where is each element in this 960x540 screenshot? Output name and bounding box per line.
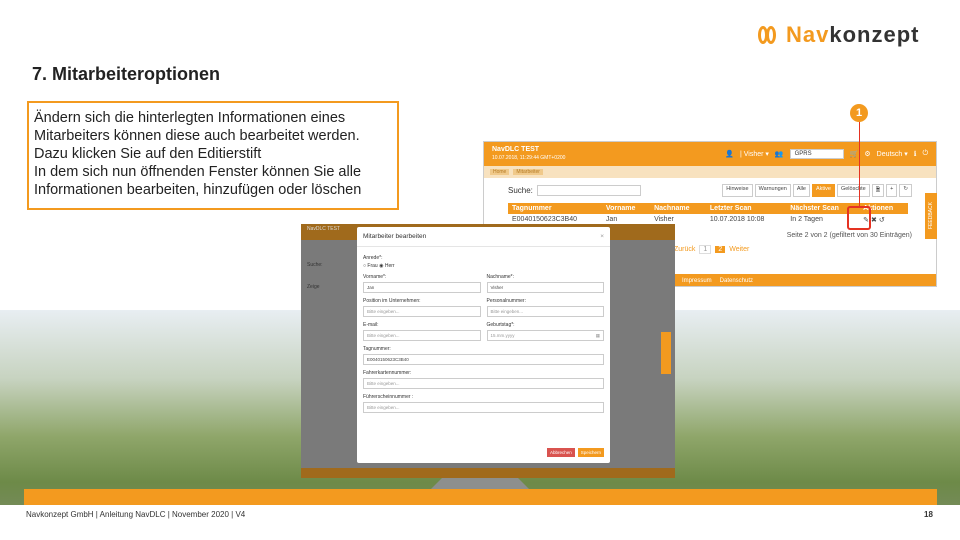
datenschutz-link[interactable]: Datenschutz [720, 278, 753, 284]
col-vorname[interactable]: Vorname [601, 203, 651, 214]
page-number: 18 [924, 510, 933, 519]
personalnummer-label: Personalnummer: [486, 298, 526, 304]
tagnummer-label: Tagnummer: [363, 346, 391, 352]
callout-badge: 1 [850, 104, 868, 122]
app-header: NavDLC TEST 10.07.2018, 11:29:44 GMT+0200… [484, 142, 936, 166]
filter-warnungen[interactable]: Warnungen [754, 184, 791, 197]
navkonzept-logo: Navkonzept [756, 22, 919, 48]
modal-title: Mitarbeiter bearbeiten [363, 233, 427, 240]
users-icon[interactable]: 👥 [775, 150, 784, 158]
position-input[interactable]: Bitte eingeben... [363, 306, 481, 317]
dimmed-footer [301, 468, 675, 478]
user-icon: 👤 [725, 151, 734, 158]
filter-alle[interactable]: Alle [792, 184, 810, 197]
dimmed-feedback-tab [661, 332, 671, 374]
app-brand: NavDLC TEST [492, 146, 540, 153]
col-tagnummer[interactable]: Tagnummer [508, 203, 602, 214]
geburtstag-value: 15.mm.yyyy [490, 333, 515, 338]
edit-employee-modal: Mitarbeiter bearbeiten × Anrede*: ○ Frau… [357, 227, 610, 463]
file-icon[interactable]: 🗎 [871, 184, 885, 197]
instruction-line: Dazu klicken Sie auf den Editierstift [34, 146, 262, 162]
filter-hinweise[interactable]: Hinweise [722, 184, 753, 197]
slide-title: 7. Mitarbeiteroptionen [32, 64, 221, 84]
tagnummer-input[interactable]: E0040150623C3B40 [363, 354, 604, 365]
email-label: E-mail: [363, 322, 379, 328]
save-button[interactable]: Speichern [577, 448, 604, 457]
col-nachname[interactable]: Nachname [650, 203, 706, 214]
calendar-icon[interactable]: ▦ [596, 333, 600, 339]
next-button[interactable]: Weiter [729, 246, 749, 253]
position-label: Position im Unternehmen: [363, 298, 421, 304]
app-footer: Impressum Datenschutz [674, 274, 936, 286]
breadcrumb-home[interactable]: Home [490, 169, 510, 175]
vorname-input[interactable]: Jan [363, 282, 481, 293]
feedback-tab[interactable]: FEEDBACK [925, 193, 937, 239]
logo-rest: konzept [829, 22, 920, 47]
instruction-line: Ändern sich die hinterlegten Information… [34, 110, 346, 126]
dimmed-sidebar: Suche: Zeige [307, 254, 323, 298]
gear-icon[interactable]: ⚙ [864, 150, 870, 158]
remove-user-icon[interactable]: ✖ [871, 217, 877, 224]
language-menu[interactable]: Deutsch ▾ [877, 150, 908, 158]
col-letzter-scan[interactable]: Letzter Scan [705, 203, 787, 214]
dimmed-brand: NavDLC TEST [307, 226, 340, 232]
breadcrumb-employees[interactable]: Mitarbeiter [513, 169, 543, 175]
anrede-label: Anrede*: [363, 255, 383, 261]
dimmed-search-label: Suche: [307, 262, 323, 268]
add-icon[interactable]: + [886, 184, 898, 197]
dimmed-show-label: Zeige [307, 284, 320, 290]
gprs-select[interactable]: GPRS [789, 149, 844, 159]
personalnummer-input[interactable]: Bitte eingeben... [486, 306, 604, 317]
close-icon[interactable]: × [600, 233, 604, 240]
undo-icon[interactable]: ↺ [879, 217, 885, 224]
nachname-label: Nachname*: [486, 274, 515, 280]
nachname-input[interactable]: Visher [486, 282, 604, 293]
geburtstag-input[interactable]: 15.mm.yyyy ▦ [486, 330, 604, 341]
power-icon[interactable]: ⏻ [922, 150, 928, 158]
footer-text: Navkonzept GmbH | Anleitung NavDLC | Nov… [26, 510, 246, 519]
info-icon[interactable]: ℹ [914, 150, 917, 158]
fahrerkarte-label: Fahrerkartennummer: [363, 370, 412, 376]
geburtstag-label: Geburtstag*: [486, 322, 515, 328]
page-2-button[interactable]: 2 [715, 246, 726, 253]
fahrerkarte-input[interactable]: Bitte eingeben... [363, 378, 604, 389]
instruction-box: Ändern sich die hinterlegten Information… [27, 101, 399, 210]
impressum-link[interactable]: Impressum [682, 278, 712, 284]
cart-icon[interactable]: 🛒 [850, 150, 859, 158]
prev-button[interactable]: Zurück [674, 246, 695, 253]
instruction-line: Mitarbeiters können diese auch bearbeite… [34, 128, 360, 144]
user-menu[interactable]: | Visher ▾ [740, 150, 769, 158]
callout-line [859, 117, 860, 206]
cell-letzter-scan: 10.07.2018 10:08 [709, 216, 765, 223]
instruction-line: Informationen bearbeiten, hinzufügen ode… [34, 182, 362, 198]
app-datetime: 10.07.2018, 11:29:44 GMT+0200 [492, 155, 566, 161]
filter-geloeschte[interactable]: Gelöschte [836, 184, 870, 197]
filter-aktive[interactable]: Aktive [811, 184, 835, 197]
search-input[interactable] [536, 185, 641, 196]
search-label: Suche: [508, 186, 533, 195]
instruction-line: In dem sich nun öffnenden Fenster können… [34, 164, 362, 180]
fuehrerschein-label: Führerscheinnummer : [363, 394, 414, 400]
email-input[interactable]: Bitte eingeben... [363, 330, 481, 341]
vorname-label: Vorname*: [363, 274, 387, 280]
logo-mark-icon [756, 24, 782, 46]
page-1-button[interactable]: 1 [699, 245, 712, 254]
refresh-icon[interactable]: ↻ [899, 184, 912, 197]
cancel-button[interactable]: Abbrechen [546, 448, 575, 457]
fuehrerschein-input[interactable]: Bitte eingeben... [363, 402, 604, 413]
footer-bar [24, 489, 937, 505]
edit-highlight [847, 206, 871, 230]
breadcrumb: Home Mitarbeiter [484, 166, 936, 178]
logo-nav: Nav [786, 22, 830, 47]
